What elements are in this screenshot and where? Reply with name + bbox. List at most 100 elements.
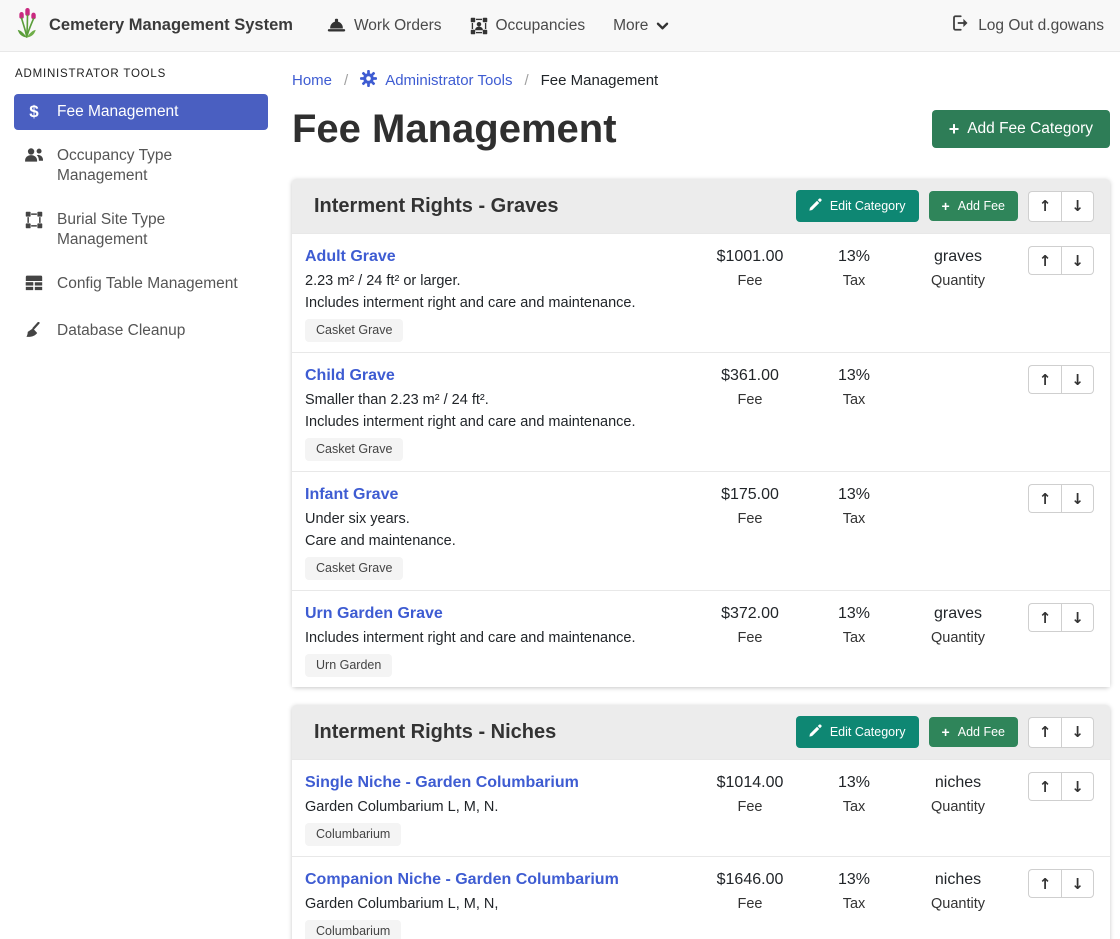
- sidebar-item-burial-site-type-management[interactable]: Burial Site Type Management: [14, 202, 268, 258]
- logout-label: Log Out d.gowans: [978, 17, 1104, 35]
- pencil-icon: [809, 724, 822, 740]
- fee-quantity-value: graves: [906, 246, 1010, 267]
- fee-tax-label: Tax: [802, 270, 906, 292]
- move-category-up-button[interactable]: ↑: [1028, 191, 1061, 222]
- fee-quantity-stat: niches Quantity: [906, 869, 1010, 915]
- fee-tax-stat: 13% Tax: [802, 365, 906, 411]
- breadcrumb-home-link[interactable]: Home: [292, 72, 332, 89]
- move-fee-up-button[interactable]: ↑: [1028, 772, 1061, 801]
- move-fee-down-button[interactable]: ↓: [1061, 365, 1094, 394]
- fee-desc-1: Under six years.: [305, 508, 690, 530]
- app-brand[interactable]: Cemetery Management System: [16, 8, 293, 44]
- fee-name-link[interactable]: Adult Grave: [305, 246, 396, 267]
- edit-category-button[interactable]: Edit Category: [796, 716, 919, 748]
- category-body: Single Niche - Garden Columbarium Garden…: [292, 759, 1110, 939]
- fee-main: Single Niche - Garden Columbarium Garden…: [305, 772, 698, 846]
- fee-type-badge: Casket Grave: [305, 557, 403, 580]
- nav-work-orders[interactable]: Work Orders: [313, 9, 456, 43]
- move-fee-down-button[interactable]: ↓: [1061, 772, 1094, 801]
- fee-reorder-buttons: ↑ ↓: [1016, 246, 1094, 275]
- move-fee-up-button[interactable]: ↑: [1028, 869, 1061, 898]
- fee-tax-value: 13%: [802, 603, 906, 624]
- fee-tax-label: Tax: [802, 508, 906, 530]
- vector-square-icon: [24, 211, 44, 235]
- fee-reorder-buttons: ↑ ↓: [1016, 365, 1094, 394]
- sidebar-item-database-cleanup[interactable]: Database Cleanup: [14, 313, 268, 353]
- add-fee-category-button[interactable]: + Add Fee Category: [932, 110, 1110, 148]
- fee-amount-label: Fee: [698, 627, 802, 649]
- fee-desc-1: Garden Columbarium L, M, N.: [305, 796, 690, 818]
- sidebar-item-fee-management[interactable]: $ Fee Management: [14, 94, 268, 130]
- sidebar-heading: ADMINISTRATOR TOOLS: [15, 68, 268, 80]
- add-fee-label: Add Fee: [958, 725, 1005, 739]
- edit-category-button[interactable]: Edit Category: [796, 190, 919, 222]
- fee-name-link[interactable]: Single Niche - Garden Columbarium: [305, 772, 579, 793]
- fee-quantity-value: niches: [906, 869, 1010, 890]
- fee-name-link[interactable]: Companion Niche - Garden Columbarium: [305, 869, 619, 890]
- page-title: Fee Management: [292, 105, 617, 153]
- add-fee-button[interactable]: + Add Fee: [929, 717, 1018, 747]
- navbar-links: Work Orders Occupancies Mo: [313, 9, 684, 43]
- sidebar-item-label: Config Table Management: [57, 274, 238, 294]
- sidebar-item-config-table-management[interactable]: Config Table Management: [14, 266, 268, 305]
- move-fee-down-button[interactable]: ↓: [1061, 484, 1094, 513]
- nav-occupancies-label: Occupancies: [496, 17, 586, 35]
- breadcrumb-current: Fee Management: [541, 72, 659, 89]
- sidebar: ADMINISTRATOR TOOLS $ Fee Management Occ…: [0, 52, 280, 371]
- fee-name-link[interactable]: Urn Garden Grave: [305, 603, 443, 624]
- fee-amount-value: $372.00: [698, 603, 802, 624]
- move-fee-up-button[interactable]: ↑: [1028, 484, 1061, 513]
- fee-amount-stat: $1001.00 Fee: [698, 246, 802, 292]
- move-category-down-button[interactable]: ↓: [1061, 717, 1094, 748]
- nav-more[interactable]: More: [599, 9, 683, 43]
- plus-icon: +: [942, 201, 950, 211]
- fee-amount-value: $1646.00: [698, 869, 802, 890]
- fee-quantity-value: graves: [906, 603, 1010, 624]
- fee-amount-label: Fee: [698, 389, 802, 411]
- move-fee-up-button[interactable]: ↑: [1028, 603, 1061, 632]
- fee-desc-1: Includes interment right and care and ma…: [305, 627, 690, 649]
- edit-category-label: Edit Category: [830, 725, 906, 739]
- logout-link[interactable]: Log Out d.gowans: [951, 14, 1104, 37]
- move-fee-down-button[interactable]: ↓: [1061, 869, 1094, 898]
- fee-tax-label: Tax: [802, 627, 906, 649]
- fee-amount-stat: $1014.00 Fee: [698, 772, 802, 818]
- move-fee-up-button[interactable]: ↑: [1028, 246, 1061, 275]
- fee-desc-2: Care and maintenance.: [305, 530, 690, 552]
- move-category-down-button[interactable]: ↓: [1061, 191, 1094, 222]
- fee-quantity-stat: graves Quantity: [906, 246, 1010, 292]
- tulip-logo-icon: [16, 8, 39, 44]
- sidebar-item-occupancy-type-management[interactable]: Occupancy Type Management: [14, 138, 268, 194]
- people-icon: [24, 147, 44, 169]
- category-reorder-buttons: ↑ ↓: [1028, 191, 1094, 222]
- move-fee-up-button[interactable]: ↑: [1028, 365, 1061, 394]
- fee-desc-1: 2.23 m² / 24 ft² or larger.: [305, 270, 690, 292]
- fee-quantity-label: Quantity: [906, 893, 1010, 915]
- add-fee-button[interactable]: + Add Fee: [929, 191, 1018, 221]
- fee-type-badge: Casket Grave: [305, 438, 403, 461]
- table-icon: [24, 275, 44, 297]
- fee-name-link[interactable]: Infant Grave: [305, 484, 398, 505]
- sidebar-item-label: Database Cleanup: [57, 321, 185, 341]
- move-category-up-button[interactable]: ↑: [1028, 717, 1061, 748]
- fee-amount-value: $175.00: [698, 484, 802, 505]
- fee-row: Urn Garden Grave Includes interment righ…: [292, 590, 1110, 687]
- fee-desc-1: Garden Columbarium L, M, N,: [305, 893, 690, 915]
- fee-name-link[interactable]: Child Grave: [305, 365, 395, 386]
- gear-icon: [360, 70, 377, 91]
- fee-type-badge: Casket Grave: [305, 319, 403, 342]
- chevron-down-icon: [656, 21, 669, 31]
- fee-row: Single Niche - Garden Columbarium Garden…: [292, 759, 1110, 856]
- fee-tax-value: 13%: [802, 484, 906, 505]
- fee-desc-1: Smaller than 2.23 m² / 24 ft².: [305, 389, 690, 411]
- fee-amount-label: Fee: [698, 893, 802, 915]
- fee-tax-label: Tax: [802, 389, 906, 411]
- breadcrumb-separator: /: [524, 72, 528, 89]
- fee-category-card: Interment Rights - Graves Edit Category …: [292, 179, 1110, 687]
- move-fee-down-button[interactable]: ↓: [1061, 246, 1094, 275]
- nav-occupancies[interactable]: Occupancies: [456, 9, 600, 43]
- breadcrumb-admin-tools-link[interactable]: Administrator Tools: [360, 70, 512, 91]
- fee-tax-value: 13%: [802, 772, 906, 793]
- move-fee-down-button[interactable]: ↓: [1061, 603, 1094, 632]
- fee-amount-stat: $361.00 Fee: [698, 365, 802, 411]
